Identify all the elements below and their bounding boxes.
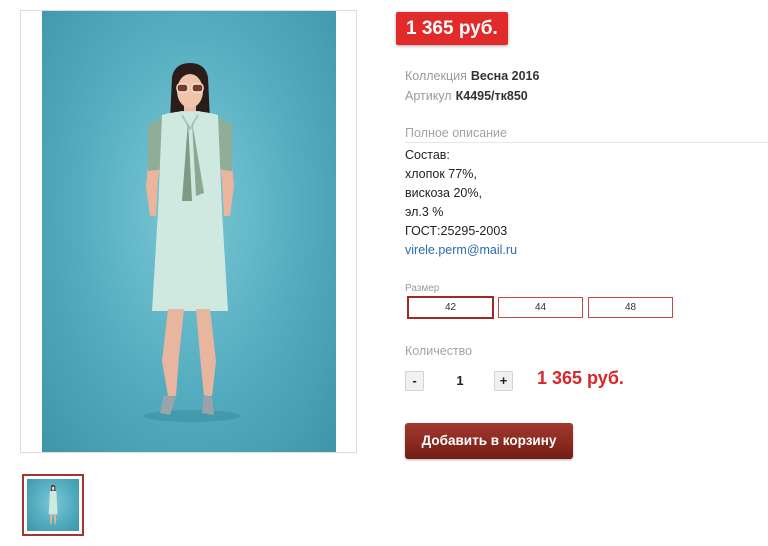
description-body: Состав: хлопок 77%, вискоза 20%, эл.3 % … bbox=[405, 146, 517, 260]
collection-value: Весна 2016 bbox=[470, 69, 540, 83]
description-heading: Полное описание bbox=[405, 126, 768, 143]
sku-value: К4495/тк850 bbox=[455, 89, 528, 103]
quantity-input[interactable]: 1 bbox=[440, 372, 480, 390]
contact-email-link[interactable]: virele.perm@mail.ru bbox=[405, 241, 517, 260]
sku-label: Артикул bbox=[405, 89, 452, 103]
description-line: вискоза 20%, bbox=[405, 186, 482, 200]
product-thumbnail[interactable] bbox=[22, 474, 84, 536]
price-badge: 1 365 руб. bbox=[396, 12, 508, 45]
collection-label: Коллекция bbox=[405, 69, 467, 83]
description-line: ГОСТ:25295-2003 bbox=[405, 224, 508, 238]
size-label: Размер bbox=[405, 283, 440, 294]
collection-row: Коллекция Весна 2016 bbox=[405, 68, 539, 84]
product-photo bbox=[42, 11, 336, 452]
quantity-label: Количество bbox=[405, 344, 473, 358]
model-illustration bbox=[144, 63, 240, 422]
sku-row: Артикул К4495/тк850 bbox=[405, 88, 528, 104]
thumbnail-illustration bbox=[48, 485, 58, 525]
size-option-48[interactable]: 48 bbox=[588, 297, 673, 318]
description-line: эл.3 % bbox=[405, 205, 444, 219]
thumbnail-photo bbox=[27, 479, 79, 531]
quantity-increase-button[interactable]: + bbox=[494, 371, 513, 391]
product-main-image[interactable] bbox=[20, 10, 357, 453]
size-selector: 42 44 48 bbox=[407, 296, 678, 319]
total-price: 1 365 руб. bbox=[537, 368, 624, 388]
description-line: хлопок 77%, bbox=[405, 167, 477, 181]
quantity-decrease-button[interactable]: - bbox=[405, 371, 424, 391]
size-option-42[interactable]: 42 bbox=[407, 296, 494, 319]
add-to-cart-button[interactable]: Добавить в корзину bbox=[405, 423, 573, 459]
size-option-44[interactable]: 44 bbox=[498, 297, 583, 318]
description-line: Состав: bbox=[405, 148, 450, 162]
